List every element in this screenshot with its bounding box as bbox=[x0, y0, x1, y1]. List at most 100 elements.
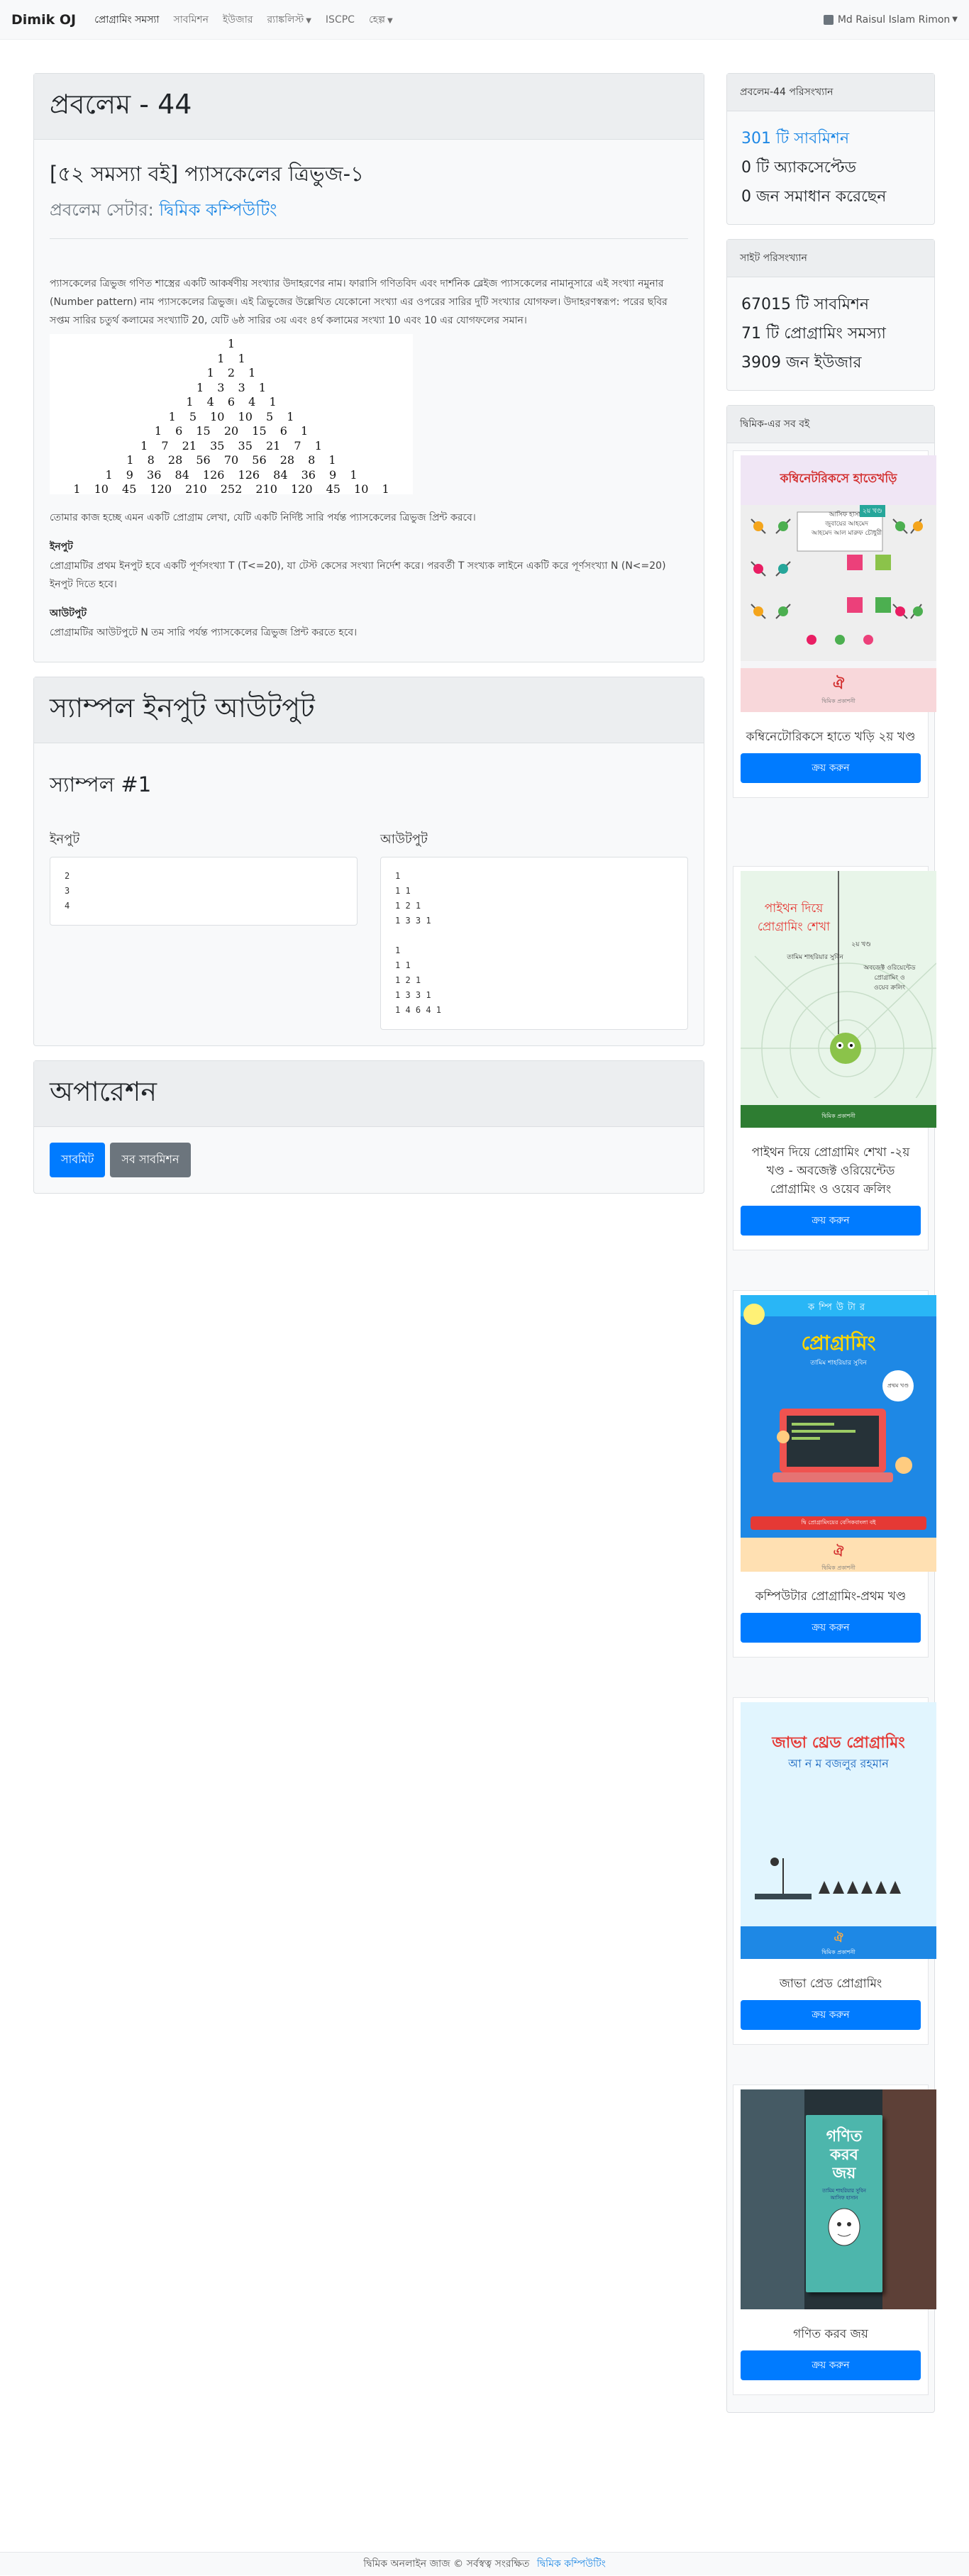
publisher-logo-icon: ঐ bbox=[833, 1545, 844, 1560]
problem-setter: প্রবলেম সেটার: দ্বিমিক কম্পিউটিং bbox=[50, 197, 688, 226]
buy-button[interactable]: ক্রয় করুন bbox=[741, 1206, 921, 1236]
problem-description: প্যাসকেলের ত্রিভুজ গণিত শাস্ত্রের একটি আ… bbox=[50, 278, 668, 326]
operation-header: অপারেশন bbox=[34, 1061, 704, 1127]
book-3d-cover: গণিত করব জয় তামিম শাহরিয়ার সুবিন আসিফ … bbox=[806, 2115, 882, 2292]
book-cover-author: তামিম শাহরিয়ার সুবিন আসিফ হাসান bbox=[822, 2188, 866, 2201]
divider bbox=[50, 238, 688, 239]
triangle-row: 1 1 bbox=[217, 351, 245, 365]
book-cover[interactable]: জাভা থ্রেড প্রোগ্রামিং আ ন ম বজলুর রহমান bbox=[741, 1702, 936, 1959]
setter-label: প্রবলেম সেটার: bbox=[50, 200, 154, 220]
triangle-row: 1 10 45 120 210 252 210 120 45 10 1 bbox=[73, 482, 389, 496]
sketch-face-icon bbox=[828, 2208, 860, 2246]
book-cover-tag: ২য় খণ্ড bbox=[860, 505, 885, 517]
problem-accepted-count: 0 টি অ্যাকসেপ্টেড bbox=[741, 159, 856, 177]
book-cover[interactable]: গণিত করব জয় তামিম শাহরিয়ার সুবিন আসিফ … bbox=[741, 2089, 936, 2309]
page-footer: দ্বিমিক অনলাইন জাজ © সর্বস্বত্ব সংরক্ষিত… bbox=[0, 2552, 969, 2575]
user-menu[interactable]: Md Raisul Islam Rimon ▼ bbox=[823, 13, 958, 26]
books-header: দ্বিমিক-এর সব বই bbox=[727, 406, 934, 443]
publisher-name: দ্বিমিক প্রকাশনী bbox=[821, 1565, 856, 1571]
problem-task: তোমার কাজ হচ্ছে এমন একটি প্রোগ্রাম লেখা,… bbox=[50, 512, 476, 523]
sample-input-box[interactable]: 2 3 4 bbox=[50, 857, 358, 926]
thread-illustration-icon bbox=[755, 1858, 901, 1899]
book-title[interactable]: জাভা প্রেড প্রোগ্রামিং bbox=[745, 1975, 917, 1993]
laptop-icon bbox=[773, 1409, 912, 1482]
book-cover[interactable]: কম্পিউটার প্রোগ্রামিং তামিম শাহরিয়ার সু… bbox=[741, 1295, 936, 1572]
all-submissions-button[interactable]: সব সাবমিশন bbox=[110, 1143, 191, 1177]
nav-ranklist-label: র‍্যাঙ্কলিস্ট bbox=[267, 13, 304, 26]
book-cover[interactable]: পাইথন দিয়ে প্রোগ্রামিং শেখা ২য় খণ্ড তা… bbox=[741, 871, 936, 1128]
book-cover[interactable]: কম্বিনেটরিকসে হাতেখড়ি আসিফ হাসান জুবায়… bbox=[741, 455, 936, 712]
triangle-row: 1 2 1 bbox=[206, 366, 256, 379]
site-stats-card: সাইট পরিসংখ্যান 67015 টি সাবমিশন 71 টি প… bbox=[726, 239, 935, 391]
book-item: কম্পিউটার প্রোগ্রামিং তামিম শাহরিয়ার সু… bbox=[733, 1290, 936, 1658]
submit-button[interactable]: সাবমিট bbox=[50, 1143, 106, 1177]
sample-output-box[interactable]: 1 1 1 1 2 1 1 3 3 1 1 1 1 1 2 1 1 3 3 1 … bbox=[380, 857, 688, 1030]
nav-submissions[interactable]: সাবমিশন bbox=[173, 11, 209, 28]
book-cover-title: জাভা থ্রেড প্রোগ্রামিং bbox=[772, 1734, 905, 1752]
user-name: Md Raisul Islam Rimon bbox=[837, 13, 951, 26]
site-submissions-count: 67015 টি সাবমিশন bbox=[741, 296, 870, 313]
books-list: কম্বিনেটরিকসে হাতেখড়ি আসিফ হাসান জুবায়… bbox=[727, 443, 936, 2412]
problem-number: প্রবলেম - 44 bbox=[50, 89, 192, 120]
book-cover-top-text: কম্পিউটার bbox=[807, 1302, 869, 1313]
nav-users[interactable]: ইউজার bbox=[223, 11, 253, 28]
problem-stats-header: প্রবলেম-44 পরিসংখ্যান bbox=[727, 74, 934, 111]
pascal-triangle-image: 11 11 2 11 3 3 11 4 6 4 11 5 10 10 5 11 … bbox=[50, 334, 413, 496]
book-title[interactable]: গণিত করব জয় bbox=[745, 2325, 917, 2343]
book-title[interactable]: কম্বিনেটোরিকসে হাতে খড়ি ২য় খণ্ড bbox=[745, 728, 917, 746]
book-title[interactable]: পাইথন দিয়ে প্রোগ্রামিং শেখা -২য় খণ্ড -… bbox=[745, 1143, 917, 1199]
bookshelf-background bbox=[882, 2089, 936, 2309]
site-users-count: 3909 জন ইউজার bbox=[741, 354, 862, 372]
book-cover-note: দ্বি প্রোগ্রামিংয়ের বেসিকবাংলা বই bbox=[751, 1516, 926, 1530]
book-cover-footer: ঐ দ্বিমিক প্রকাশনী bbox=[741, 668, 936, 712]
badge-icon bbox=[743, 1304, 765, 1325]
buy-button[interactable]: ক্রয় করুন bbox=[741, 2350, 921, 2380]
book-cover-tag: ২য় খণ্ড bbox=[851, 941, 871, 948]
book-cover-author: আ ন ম বজলুর রহমান bbox=[788, 1757, 889, 1770]
nav-ranklist[interactable]: র‍্যাঙ্কলিস্ট ▼ bbox=[267, 11, 311, 28]
input-heading: ইনপুট bbox=[50, 541, 73, 553]
book-cover-title: কম্বিনেটরিকসে হাতেখড়ি bbox=[741, 455, 936, 505]
sample-title: স্যাম্পল #1 bbox=[50, 772, 152, 796]
operation-heading: অপারেশন bbox=[50, 1076, 157, 1107]
book-cover-footer: ঐ দ্বিমিক প্রকাশনী bbox=[741, 1538, 936, 1572]
buy-button[interactable]: ক্রয় করুন bbox=[741, 1613, 921, 1643]
book-title[interactable]: কম্পিউটার প্রোগ্রামিং-প্রথম খণ্ড bbox=[745, 1587, 917, 1606]
nav-iscpc[interactable]: ISCPC bbox=[326, 14, 355, 26]
problem-submissions-link[interactable]: 301 টি সাবমিশন bbox=[741, 124, 920, 153]
book-item: জাভা থ্রেড প্রোগ্রামিং আ ন ম বজলুর রহমান bbox=[733, 1697, 936, 2045]
triangle-row: 1 7 21 35 35 21 7 1 bbox=[140, 438, 322, 453]
sample-header: স্যাম্পল ইনপুট আউটপুট bbox=[34, 677, 704, 743]
bookshelf-background bbox=[741, 2089, 804, 2309]
sample-output-label: আউটপুট bbox=[380, 832, 428, 847]
nav-help[interactable]: হেল্প ▼ bbox=[369, 11, 393, 28]
operation-body: সাবমিট সব সাবমিশন bbox=[34, 1127, 704, 1193]
brand-logo[interactable]: Dimik OJ bbox=[11, 12, 76, 28]
problem-stats-body: 301 টি সাবমিশন 0 টি অ্যাকসেপ্টেড 0 জন সম… bbox=[727, 111, 934, 224]
publisher-logo-icon: ঐ bbox=[834, 1931, 843, 1945]
problem-stats-card: প্রবলেম-44 পরিসংখ্যান 301 টি সাবমিশন 0 ট… bbox=[726, 73, 935, 225]
books-card: দ্বিমিক-এর সব বই কম্বিনেটরিকসে হাতেখড়ি bbox=[726, 405, 936, 2413]
sample-output-col: আউটপুট 1 1 1 1 2 1 1 3 3 1 1 1 1 1 2 1 1… bbox=[380, 829, 688, 1030]
triangle-row: 1 3 3 1 bbox=[196, 380, 266, 394]
buy-button[interactable]: ক্রয় করুন bbox=[741, 753, 921, 783]
buy-button[interactable]: ক্রয় করুন bbox=[741, 2000, 921, 2030]
operation-card: অপারেশন সাবমিট সব সাবমিশন bbox=[33, 1060, 704, 1194]
nav-problems[interactable]: প্রোগ্রামিং সমস্যা bbox=[94, 11, 159, 28]
sidebar: প্রবলেম-44 পরিসংখ্যান 301 টি সাবমিশন 0 ট… bbox=[726, 73, 936, 2427]
setter-link[interactable]: দ্বিমিক কম্পিউটিং bbox=[159, 200, 277, 220]
site-stats-header: সাইট পরিসংখ্যান bbox=[727, 240, 934, 277]
footer-link[interactable]: দ্বিমিক কম্পিউটিং bbox=[537, 2558, 606, 2570]
book-cover-author: তামিম শাহরিয়ার সুবিন bbox=[787, 954, 843, 961]
sample-io: ইনপুট 2 3 4 আউটপুট 1 1 1 1 2 1 1 3 3 1 1… bbox=[50, 829, 688, 1030]
output-heading: আউটপুট bbox=[50, 608, 87, 619]
problem-header: প্রবলেম - 44 bbox=[34, 74, 704, 140]
triangle-row: 1 5 10 10 5 1 bbox=[168, 409, 294, 423]
output-description: প্রোগ্রামটির আউটপুটে N তম সারি পর্যন্ত প… bbox=[50, 627, 358, 638]
sample-heading: স্যাম্পল ইনপুট আউটপুট bbox=[50, 692, 315, 723]
publisher-name: দ্বিমিক প্রকাশনী bbox=[821, 698, 856, 704]
publisher-name: দ্বিমিক প্রকাশনী bbox=[821, 1949, 856, 1955]
